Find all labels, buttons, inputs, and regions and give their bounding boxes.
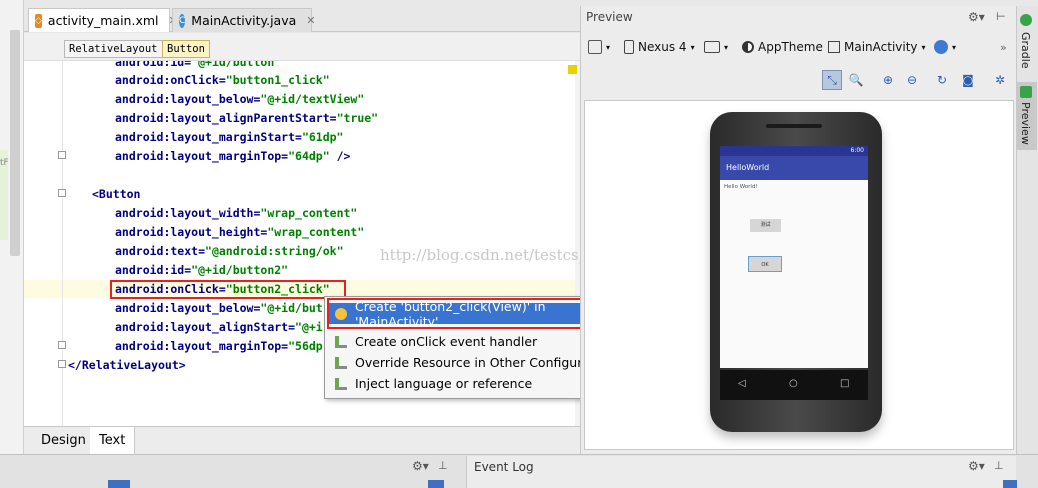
menu-item-label: Inject language or reference (355, 376, 533, 391)
activity-icon (828, 41, 840, 53)
fold-icon[interactable] (58, 151, 66, 159)
code-line: android:onClick="button1_click" (115, 73, 330, 87)
preview-button-2[interactable]: OK (748, 256, 782, 272)
code-line: android:layout_marginTop="64dp" /> (115, 149, 351, 163)
preview-title: Preview (586, 10, 633, 24)
hello-text: Hello World! (724, 184, 758, 190)
activity-selector[interactable]: MainActivity ▾ (828, 34, 926, 60)
editor-mode-tabs: Design Text (24, 426, 580, 455)
settings-icon[interactable]: ✲ (990, 70, 1010, 90)
gear-icon[interactable]: ⚙▾ (412, 459, 429, 473)
fold-icon[interactable] (58, 341, 66, 349)
zoom-out-icon[interactable]: ⊖ (902, 70, 922, 90)
breadcrumb: RelativeLayout Button (24, 33, 580, 61)
theme-selector[interactable]: AppTheme (742, 34, 823, 60)
menu-item-label: Create onClick event handler (355, 334, 538, 349)
code-line: <Button (92, 187, 141, 201)
intention-icon (335, 356, 347, 369)
locale-selector[interactable]: ▾ (934, 34, 956, 60)
fold-icon[interactable] (58, 189, 66, 197)
editor-tab-bar: ◇ activity_main.xml ✕ C MainActivity.jav… (24, 6, 580, 32)
selection-marker (108, 480, 130, 488)
theme-label: AppTheme (758, 40, 823, 54)
app-bar: HelloWorld (720, 156, 868, 180)
preview-button-1[interactable]: 测试 (750, 219, 781, 232)
tool-window-rail (1016, 6, 1038, 454)
more-icon[interactable]: » (1000, 34, 1007, 60)
tab-text[interactable]: Text (90, 427, 136, 455)
speaker-grille (766, 124, 822, 128)
project-scrollbar[interactable] (10, 30, 20, 256)
gradle-icon (1020, 14, 1032, 26)
activity-label: MainActivity (844, 40, 918, 54)
hide-panel-icon[interactable]: ⊥ (994, 459, 1004, 472)
device-icon (588, 40, 602, 54)
selection-marker (1003, 480, 1017, 488)
code-line: </RelativeLayout> (68, 358, 186, 372)
zoom-to-fit-icon[interactable]: ⤡ (822, 70, 842, 90)
fold-icon[interactable] (58, 360, 66, 368)
code-line: android:layout_below="@+id/textView" (115, 92, 365, 106)
device-label: Nexus 4 (638, 40, 687, 54)
preview-toolbar: ▾ Nexus 4 ▾ ▾ AppTheme MainActivity ▾ ▾ » (582, 34, 1014, 62)
xml-file-icon: ◇ (35, 13, 42, 28)
java-class-icon: C (179, 13, 186, 28)
code-line: android:layout_marginTop="56dp (115, 339, 323, 353)
recents-icon: □ (840, 378, 850, 389)
editor-gutter-divider (62, 61, 63, 426)
orientation-button[interactable]: ▾ (704, 34, 728, 60)
status-time: 6:00 (850, 147, 864, 154)
gear-icon[interactable]: ⚙▾ (968, 459, 985, 473)
hide-panel-icon[interactable]: ⊥ (438, 459, 448, 472)
back-icon: ◁ (738, 378, 746, 389)
selection-marker (428, 480, 444, 488)
watermark-text: http://blog.csdn.net/testcs_dn (380, 246, 606, 264)
tab-design[interactable]: Design (32, 427, 96, 455)
project-panel-edge: tF (0, 0, 24, 458)
tab-mainactivity-java[interactable]: C MainActivity.java ✕ (172, 8, 315, 32)
breadcrumb-button[interactable]: Button (162, 40, 210, 58)
gear-icon[interactable]: ⚙▾ (968, 10, 985, 24)
intention-icon (335, 377, 347, 390)
refresh-icon[interactable]: ↻ (932, 70, 952, 90)
status-bar: 6:00 (720, 146, 868, 156)
preview-zoom-toolbar: ⤡ 🔍 ⊕ ⊖ ↻ ◙ ✲ (818, 70, 1014, 94)
intention-icon (335, 335, 347, 348)
event-log-panel (466, 456, 1016, 488)
event-log-title: Event Log (474, 460, 534, 474)
breadcrumb-relativelayout[interactable]: RelativeLayout (64, 40, 163, 58)
tab-activity-main-xml[interactable]: ◇ activity_main.xml ✕ (28, 8, 178, 32)
annotation-highlight-box (110, 280, 346, 299)
device-icon (624, 40, 634, 54)
rotate-icon (704, 41, 720, 53)
code-line: android:layout_alignParentStart="true" (115, 111, 379, 125)
code-line: android:text="@android:string/ok" (115, 244, 344, 258)
theme-icon (742, 41, 754, 53)
tab-label: MainActivity.java (191, 13, 297, 28)
home-icon: ○ (789, 378, 798, 389)
code-line: android:layout_height="wrap_content" (115, 225, 365, 239)
code-line: android:layout_alignStart="@+i (115, 320, 323, 334)
truncated-label: tF (0, 158, 9, 168)
hide-panel-icon[interactable]: ⊢ (996, 10, 1006, 23)
warning-marker-icon[interactable] (568, 65, 577, 74)
zoom-in-icon[interactable]: ⊕ (878, 70, 898, 90)
preview-tool-button[interactable]: Preview (1019, 102, 1032, 145)
actual-size-icon[interactable]: 🔍 (846, 70, 866, 90)
camera-icon[interactable]: ◙ (958, 70, 978, 90)
tab-label: activity_main.xml (47, 13, 159, 28)
globe-icon (934, 40, 948, 54)
code-line: android:layout_width="wrap_content" (115, 206, 358, 220)
close-icon[interactable]: ✕ (306, 14, 315, 27)
device-config-button[interactable]: ▾ (588, 34, 610, 60)
preview-icon (1020, 86, 1032, 98)
code-line: android:layout_marginStart="61dp" (115, 130, 344, 144)
code-line: android:id="@+id/button2" (115, 263, 289, 277)
code-line: android:layout_below="@+id/but (115, 301, 323, 315)
device-selector[interactable]: Nexus 4 ▾ (624, 34, 695, 60)
gradle-tool-button[interactable]: Gradle (1019, 32, 1032, 69)
